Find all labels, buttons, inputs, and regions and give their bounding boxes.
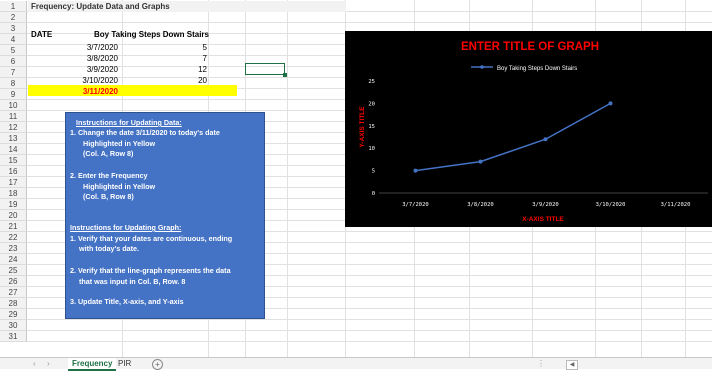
- y-tick-label: 0: [372, 191, 375, 197]
- row-header[interactable]: 2: [0, 12, 27, 23]
- date-cell[interactable]: 3/8/2020: [40, 53, 118, 64]
- graph-step-1-line-2: with today's date.: [79, 244, 140, 253]
- x-axis-title[interactable]: X-AXIS TITLE: [522, 216, 564, 223]
- data-point[interactable]: [413, 168, 418, 173]
- y-tick-label: 10: [368, 146, 375, 152]
- row-header[interactable]: 30: [0, 320, 27, 331]
- legend-marker-icon: [480, 65, 484, 69]
- row-header[interactable]: 18: [0, 188, 27, 199]
- y-tick-label: 5: [372, 169, 375, 175]
- fill-handle[interactable]: [283, 73, 287, 77]
- y-axis-title[interactable]: Y-AXIS TITLE: [359, 106, 366, 148]
- chart-canvas: ENTER TITLE OF GRAPH Boy Taking Steps Do…: [359, 41, 708, 223]
- row-header[interactable]: 3: [0, 23, 27, 34]
- row-header[interactable]: 17: [0, 177, 27, 188]
- header-date[interactable]: DATE: [31, 29, 52, 40]
- row-header[interactable]: 9: [0, 89, 27, 100]
- instructions-box[interactable]: Instructions for Updating Data: 1. Chang…: [65, 112, 265, 319]
- value-cell[interactable]: 12: [150, 64, 207, 75]
- x-tick-label: 3/9/2020: [532, 202, 559, 208]
- row-header[interactable]: 1: [0, 1, 27, 12]
- row-header[interactable]: 13: [0, 133, 27, 144]
- y-tick-label: 25: [368, 79, 375, 85]
- data-step-2-line-2: Highlighted in Yellow: [83, 182, 156, 191]
- row-header[interactable]: 16: [0, 166, 27, 177]
- row-header[interactable]: 11: [0, 111, 27, 122]
- y-tick-label: 20: [368, 101, 375, 107]
- row-header[interactable]: 4: [0, 34, 27, 45]
- row-header[interactable]: 28: [0, 298, 27, 309]
- data-step-1-line-1: 1. Change the date 3/11/2020 to today's …: [70, 128, 220, 137]
- tab-pir[interactable]: PIR: [118, 358, 131, 369]
- gridline-row: [27, 330, 712, 331]
- gridline-row: [27, 319, 712, 320]
- row-header[interactable]: 6: [0, 56, 27, 67]
- x-tick-label: 3/7/2020: [402, 202, 429, 208]
- row-header[interactable]: 12: [0, 122, 27, 133]
- date-cell[interactable]: 3/7/2020: [40, 42, 118, 53]
- date-cell[interactable]: 3/10/2020: [40, 75, 118, 86]
- chart-title[interactable]: ENTER TITLE OF GRAPH: [461, 41, 599, 53]
- add-sheet-icon[interactable]: +: [152, 359, 163, 370]
- graph-step-1-line-1: 1. Verify that your dates are continuous…: [70, 234, 233, 243]
- row-header[interactable]: 25: [0, 265, 27, 276]
- row-header[interactable]: 27: [0, 287, 27, 298]
- data-point[interactable]: [608, 101, 613, 106]
- gridline-column: [287, 0, 288, 357]
- header-frequency[interactable]: Boy Taking Steps Down Stairs: [94, 29, 209, 40]
- data-step-1-line-2: Highlighted in Yellow: [83, 139, 156, 148]
- legend-label: Boy Taking Steps Down Stairs: [497, 66, 577, 72]
- row-header[interactable]: 15: [0, 155, 27, 166]
- x-tick-label: 3/8/2020: [467, 202, 494, 208]
- x-tick-label: 3/10/2020: [596, 202, 626, 208]
- value-cell[interactable]: 5: [150, 42, 207, 53]
- sheet-title[interactable]: Frequency: Update Data and Graphs: [31, 1, 170, 12]
- y-tick-label: 15: [368, 124, 375, 130]
- value-cell[interactable]: 20: [150, 75, 207, 86]
- row-header[interactable]: 14: [0, 144, 27, 155]
- data-point[interactable]: [543, 137, 548, 142]
- x-tick-label: 3/11/2020: [661, 202, 691, 208]
- tab-frequency[interactable]: Frequency: [68, 358, 117, 371]
- graph-instructions-heading: Instructions for Updating Graph:: [70, 223, 182, 232]
- row-header[interactable]: 29: [0, 309, 27, 320]
- spreadsheet-grid[interactable]: 31 30 29 28 27 26 25 24 23 22 21 20 19 18 17 16 15 14 13 12…: [0, 0, 712, 357]
- graph-step-3: 3. Update Title, X-axis, and Y-axis: [70, 297, 184, 306]
- row-header[interactable]: 7: [0, 67, 27, 78]
- row-header[interactable]: 22: [0, 232, 27, 243]
- data-point[interactable]: [478, 159, 483, 164]
- data-step-1-line-3: (Col. A, Row 8): [83, 149, 134, 158]
- graph-step-2-line-2: that was input in Col. B, Row. 8: [79, 277, 186, 286]
- gridline-row: [27, 22, 712, 23]
- date-cell-today[interactable]: 3/11/2020: [40, 86, 118, 97]
- tab-scroll-right-icon[interactable]: ›: [47, 358, 50, 369]
- row-header[interactable]: 31: [0, 331, 27, 342]
- data-instructions-heading: Instructions for Updating Data:: [76, 118, 182, 127]
- graph-step-2-line-1: 2. Verify that the line-graph represents…: [70, 266, 231, 275]
- row-header[interactable]: 24: [0, 254, 27, 265]
- sheet-tab-bar: ‹ › Frequency PIR + ⋮ ◀: [0, 357, 712, 371]
- date-cell[interactable]: 3/9/2020: [40, 64, 118, 75]
- row-header[interactable]: 5: [0, 45, 27, 56]
- data-step-2-line-3: (Col. B, Row 8): [83, 192, 134, 201]
- selected-cell[interactable]: [245, 63, 285, 75]
- row-header[interactable]: 8: [0, 78, 27, 89]
- series-line: [415, 102, 611, 172]
- tab-bar-resize-handle[interactable]: ⋮: [537, 358, 545, 369]
- row-header[interactable]: 20: [0, 210, 27, 221]
- data-step-2-line-1: 2. Enter the Frequency: [70, 171, 148, 180]
- row-header[interactable]: 19: [0, 199, 27, 210]
- row-header[interactable]: 26: [0, 276, 27, 287]
- tab-scroll-left-icon[interactable]: ‹: [33, 358, 36, 369]
- value-cell[interactable]: 7: [150, 53, 207, 64]
- row-header[interactable]: 23: [0, 243, 27, 254]
- gridline-row: [27, 341, 712, 342]
- row-header[interactable]: 10: [0, 100, 27, 111]
- row-header[interactable]: 21: [0, 221, 27, 232]
- line-chart[interactable]: ENTER TITLE OF GRAPH Boy Taking Steps Do…: [345, 31, 712, 227]
